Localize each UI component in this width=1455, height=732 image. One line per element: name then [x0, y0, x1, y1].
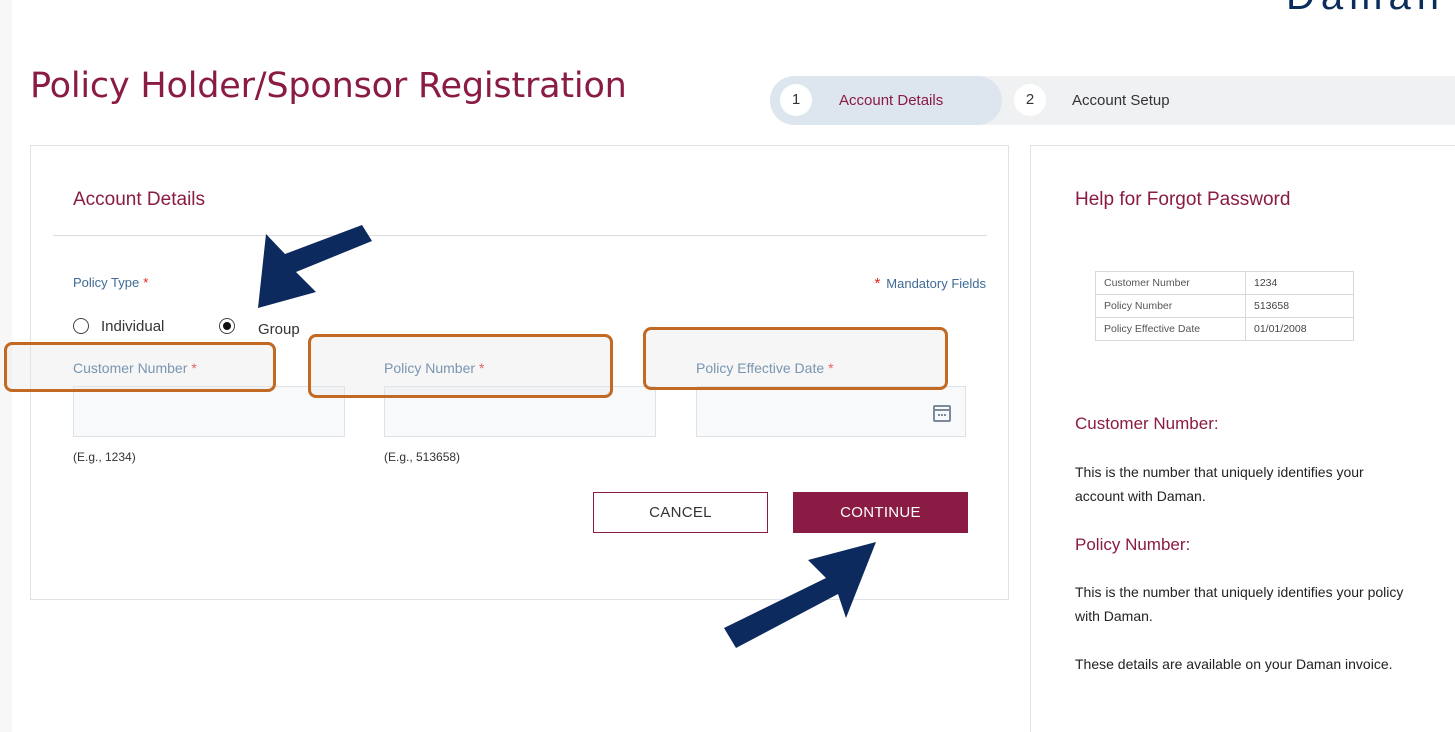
- annotation-arrow-icon: [724, 542, 876, 648]
- annotation-arrow-icon: [258, 225, 372, 308]
- annotation-arrows: [258, 225, 876, 648]
- page-root: Daman Policy Holder/Sponsor Registration…: [0, 0, 1455, 732]
